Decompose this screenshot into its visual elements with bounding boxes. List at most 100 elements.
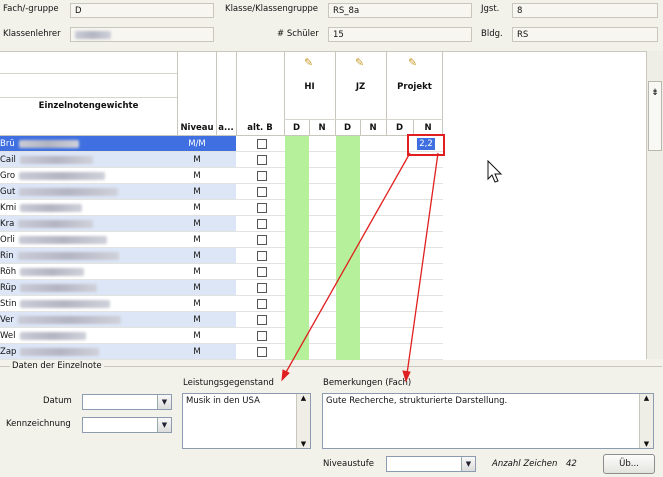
grade-d-cell[interactable] (285, 280, 309, 296)
leistung-textarea[interactable]: Musik in den USA ▲ ▼ (182, 393, 311, 449)
bemerkung-textarea[interactable]: Gute Recherche, strukturierte Darstellun… (322, 393, 654, 449)
grades-grid[interactable]: Einzelnotengewichte Niveau a... alt. B ✎… (0, 51, 646, 360)
scroll-up-icon[interactable]: ▲ (640, 394, 653, 402)
group-header-hi[interactable]: HI (284, 82, 335, 92)
jgst-field[interactable]: 8 (512, 3, 658, 18)
grade-d-cell[interactable] (285, 296, 309, 312)
group-header-projekt[interactable]: Projekt (386, 82, 443, 92)
grade-d-cell[interactable] (336, 248, 360, 264)
pencil-icon[interactable]: ✎ (408, 56, 417, 69)
grade-d-cell[interactable] (336, 184, 360, 200)
grade-d-cell[interactable] (285, 168, 309, 184)
klassenlehrer-field[interactable] (70, 27, 214, 42)
niveau-cell[interactable]: M (177, 296, 217, 312)
table-row[interactable]: Cail M (0, 152, 443, 168)
grade-d-cell[interactable] (336, 280, 360, 296)
niveau-cell[interactable]: M (177, 184, 217, 200)
grade-d-cell[interactable] (336, 328, 360, 344)
alt-b-checkbox[interactable] (257, 155, 267, 165)
grade-d-cell[interactable] (336, 312, 360, 328)
alt-b-checkbox[interactable] (257, 235, 267, 245)
grade-d-cell[interactable] (285, 216, 309, 232)
grade-d-cell[interactable] (336, 152, 360, 168)
pencil-icon[interactable]: ✎ (304, 56, 313, 69)
grade-d-cell[interactable] (285, 264, 309, 280)
scroll-up-icon[interactable]: ▲ (297, 394, 310, 402)
scroll-down-icon[interactable]: ▼ (297, 440, 310, 448)
table-row[interactable]: Brü M/M 2,2 (0, 136, 443, 152)
grade-d-cell[interactable] (285, 248, 309, 264)
grade-d-cell[interactable] (336, 344, 360, 360)
scroll-thumb[interactable]: ⇟ (648, 81, 662, 151)
grade-d-cell[interactable] (285, 184, 309, 200)
niveau-cell[interactable]: M (177, 344, 217, 360)
niveau-cell[interactable]: M (177, 264, 217, 280)
kennzeichnung-combo[interactable]: ▼ (82, 417, 172, 433)
chevron-down-icon[interactable]: ▼ (157, 418, 171, 432)
niveaustufe-combo[interactable]: ▼ (386, 456, 476, 472)
grade-d-cell[interactable] (336, 200, 360, 216)
grade-d-cell[interactable] (336, 168, 360, 184)
grade-d-cell[interactable] (285, 344, 309, 360)
table-row[interactable]: Stin M (0, 296, 443, 312)
table-row[interactable]: Rüp M (0, 280, 443, 296)
schueler-field[interactable]: 15 (328, 27, 472, 42)
textarea-scrollbar[interactable]: ▲ ▼ (639, 394, 653, 448)
niveau-cell[interactable]: M (177, 216, 217, 232)
alt-b-checkbox[interactable] (257, 315, 267, 325)
grade-d-cell[interactable] (336, 216, 360, 232)
grade-d-cell[interactable] (336, 136, 360, 152)
table-row[interactable]: Röh M (0, 264, 443, 280)
textarea-scrollbar[interactable]: ▲ ▼ (296, 394, 310, 448)
niveau-cell[interactable]: M (177, 152, 217, 168)
table-row[interactable]: Rin M (0, 248, 443, 264)
grade-d-cell[interactable] (285, 200, 309, 216)
grade-d-cell[interactable] (336, 296, 360, 312)
grade-d-cell[interactable] (336, 232, 360, 248)
chevron-down-icon[interactable]: ▼ (157, 395, 171, 409)
pencil-icon[interactable]: ✎ (355, 56, 364, 69)
group-header-jz[interactable]: JZ (335, 82, 386, 92)
niveau-cell[interactable]: M/M (177, 136, 217, 152)
scroll-down-icon[interactable]: ▼ (640, 440, 653, 448)
alt-b-checkbox[interactable] (257, 187, 267, 197)
grade-d-cell[interactable] (336, 264, 360, 280)
table-row[interactable]: Orli M (0, 232, 443, 248)
grade-d-cell[interactable] (285, 152, 309, 168)
grade-d-cell[interactable] (285, 328, 309, 344)
table-row[interactable]: Zap M (0, 344, 443, 360)
grade-d-cell[interactable] (285, 136, 309, 152)
table-row[interactable]: Gro M (0, 168, 443, 184)
grade-d-cell[interactable] (285, 232, 309, 248)
fach-field[interactable]: D (70, 3, 214, 18)
niveau-cell[interactable]: M (177, 328, 217, 344)
niveau-cell[interactable]: M (177, 168, 217, 184)
alt-b-checkbox[interactable] (257, 219, 267, 229)
alt-b-checkbox[interactable] (257, 203, 267, 213)
niveau-cell[interactable]: M (177, 312, 217, 328)
bldg-field[interactable]: RS (512, 27, 658, 42)
alt-b-checkbox[interactable] (257, 267, 267, 277)
table-row[interactable]: Kmi M (0, 200, 443, 216)
alt-b-checkbox[interactable] (257, 139, 267, 149)
ueb-button[interactable]: Üb... (603, 454, 655, 474)
chevron-down-icon[interactable]: ▼ (461, 457, 475, 471)
grade-d-cell[interactable] (285, 312, 309, 328)
alt-b-checkbox[interactable] (257, 347, 267, 357)
klasse-field[interactable]: RS_8a (328, 3, 472, 18)
alt-b-checkbox[interactable] (257, 283, 267, 293)
col-niveau-header[interactable]: Niveau (177, 123, 217, 133)
alt-b-checkbox[interactable] (257, 331, 267, 341)
column-chooser-icon[interactable]: ⇟ (649, 88, 661, 98)
niveau-cell[interactable]: M (177, 248, 217, 264)
table-row[interactable]: Wel M (0, 328, 443, 344)
vertical-scrollbar[interactable]: ⇟ (646, 51, 663, 359)
niveau-cell[interactable]: M (177, 200, 217, 216)
datum-combo[interactable]: ▼ (82, 394, 172, 410)
table-row[interactable]: Kra M (0, 216, 443, 232)
table-row[interactable]: Gut M (0, 184, 443, 200)
alt-b-checkbox[interactable] (257, 251, 267, 261)
alt-b-checkbox[interactable] (257, 299, 267, 309)
table-row[interactable]: Ver M (0, 312, 443, 328)
col-altb-header[interactable]: alt. B (236, 123, 284, 133)
